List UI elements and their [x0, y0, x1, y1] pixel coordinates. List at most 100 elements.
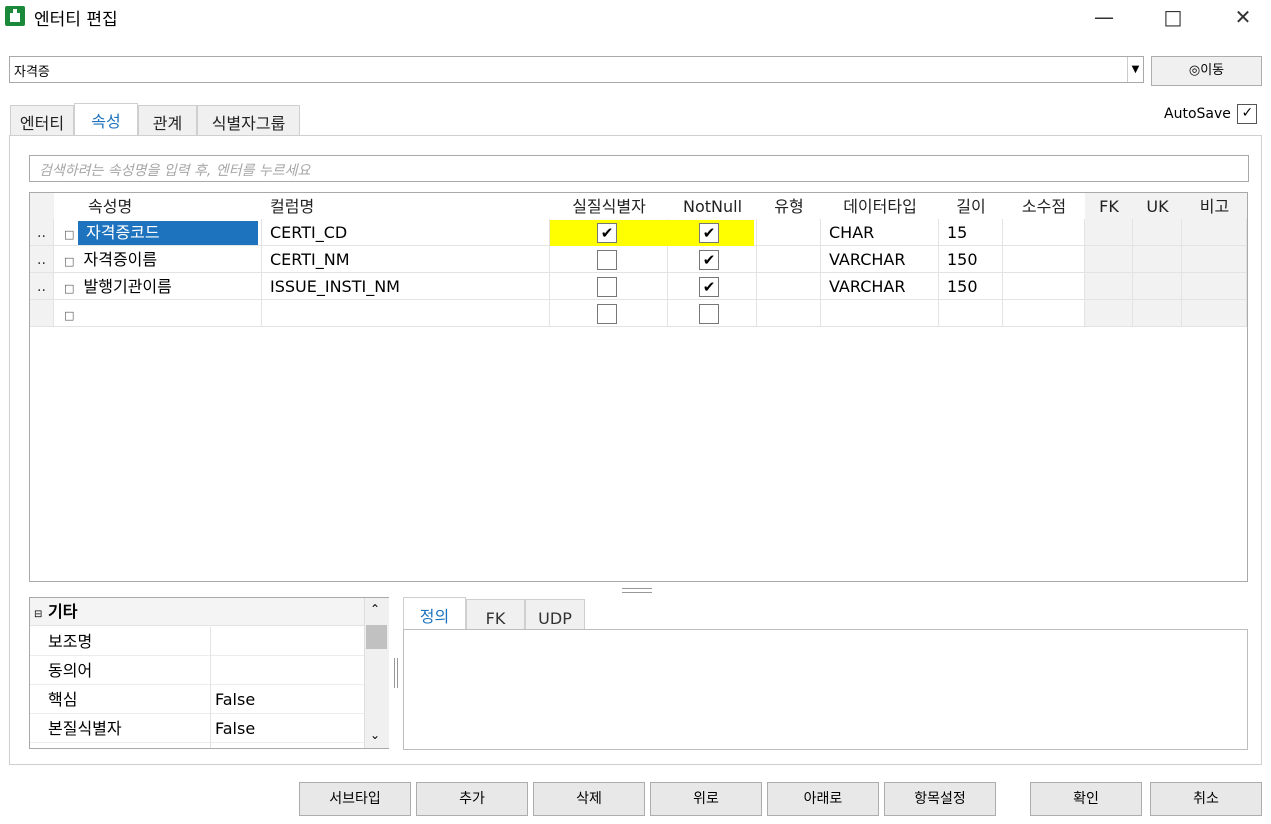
row-indicator[interactable]: ..	[30, 246, 54, 273]
header-identifier[interactable]: 실질식별자	[550, 193, 668, 219]
collapse-icon[interactable]: ⊟	[34, 609, 42, 620]
tab-udp[interactable]: UDP	[525, 599, 585, 630]
identifier-checkbox[interactable]	[597, 250, 617, 270]
length-cell[interactable]: 150	[939, 246, 1003, 273]
scale-cell[interactable]	[1003, 219, 1085, 246]
tab-identifier-groups[interactable]: 식별자그룹	[197, 105, 300, 136]
type-cell[interactable]	[757, 219, 821, 246]
chevron-up-icon[interactable]: ⌃	[370, 602, 380, 616]
property-scrollbar[interactable]: ⌃ ⌄	[364, 598, 389, 748]
note-cell[interactable]	[1182, 246, 1247, 273]
chevron-down-icon[interactable]: ▼	[1127, 57, 1143, 82]
header-column-name[interactable]: 컬럼명	[262, 193, 550, 219]
scrollbar-thumb[interactable]	[366, 625, 387, 649]
table-row-1-name[interactable]: □ 자격증코드	[54, 219, 262, 246]
header-attribute-name[interactable]: 속성명	[54, 193, 262, 219]
header-note[interactable]: 비고	[1182, 193, 1247, 219]
column-name-cell[interactable]: ISSUE_INSTI_NM	[262, 273, 550, 300]
length-cell[interactable]	[939, 300, 1003, 327]
scale-cell[interactable]	[1003, 246, 1085, 273]
uk-cell	[1133, 246, 1182, 273]
splitter-handle[interactable]	[622, 588, 652, 593]
scale-cell[interactable]	[1003, 273, 1085, 300]
identifier-checkbox[interactable]	[597, 277, 617, 297]
tab-relations[interactable]: 관계	[138, 105, 197, 136]
add-button[interactable]: 추가	[416, 782, 528, 816]
row-indicator[interactable]: ..	[30, 219, 54, 246]
datatype-cell[interactable]: VARCHAR	[821, 273, 939, 300]
note-cell[interactable]	[1182, 219, 1247, 246]
scale-cell[interactable]	[1003, 300, 1085, 327]
property-group-header[interactable]: ⊟ 기타	[30, 598, 364, 626]
row-indicator[interactable]: ..	[30, 273, 54, 300]
property-value[interactable]: False	[211, 714, 364, 743]
attribute-name-cell[interactable]: 발행기관이름	[84, 277, 172, 296]
header-length[interactable]: 길이	[939, 193, 1003, 219]
table-row-2-name[interactable]: □ 자격증이름	[54, 246, 262, 273]
notnull-cell	[668, 300, 757, 327]
property-value[interactable]: False	[211, 685, 364, 714]
header-uk[interactable]: UK	[1133, 193, 1182, 219]
uk-cell	[1133, 300, 1182, 327]
note-cell[interactable]	[1182, 300, 1247, 327]
note-cell[interactable]	[1182, 273, 1247, 300]
chevron-down-icon[interactable]: ⌄	[370, 728, 380, 742]
autosave-checkbox[interactable]: ✓	[1237, 104, 1258, 124]
datatype-cell[interactable]: CHAR	[821, 219, 939, 246]
notnull-checkbox[interactable]: ✔	[699, 277, 719, 297]
property-value[interactable]	[211, 656, 364, 685]
property-value[interactable]	[211, 627, 364, 656]
header-datatype[interactable]: 데이터타입	[821, 193, 939, 219]
tab-entity[interactable]: 엔터티	[10, 105, 74, 136]
identifier-checkbox[interactable]: ✔	[597, 223, 617, 243]
minimize-icon[interactable]: —	[1089, 2, 1119, 32]
type-cell[interactable]	[757, 246, 821, 273]
type-cell[interactable]	[757, 273, 821, 300]
entity-select[interactable]: 자격증 ▼	[9, 56, 1144, 83]
length-cell[interactable]: 150	[939, 273, 1003, 300]
expand-square-icon: □	[64, 282, 75, 295]
move-button[interactable]: ◎이동	[1151, 56, 1262, 86]
delete-button[interactable]: 삭제	[533, 782, 645, 816]
datatype-cell[interactable]: VARCHAR	[821, 246, 939, 273]
header-fk[interactable]: FK	[1085, 193, 1133, 219]
property-group-label: 기타	[47, 602, 78, 621]
autosave-toggle[interactable]: AutoSave ✓	[1164, 104, 1258, 124]
close-icon[interactable]: ✕	[1228, 2, 1258, 32]
tab-attributes-label: 속성	[91, 112, 121, 131]
column-name-cell[interactable]: CERTI_NM	[262, 246, 550, 273]
table-row-3-name[interactable]: □ 발행기관이름	[54, 273, 262, 300]
length-cell[interactable]: 15	[939, 219, 1003, 246]
attribute-grid: 속성명 컬럼명 실질식별자 NotNull 유형 데이터타입 길이 소수점 FK…	[29, 192, 1248, 582]
tab-attributes[interactable]: 속성	[74, 103, 138, 136]
column-name-cell[interactable]	[262, 300, 550, 327]
subtype-button[interactable]: 서브타입	[299, 782, 411, 816]
tab-fk[interactable]: FK	[466, 599, 525, 630]
notnull-checkbox[interactable]: ✔	[699, 223, 719, 243]
header-type[interactable]: 유형	[757, 193, 821, 219]
attribute-name-cell[interactable]: 자격증코드	[78, 221, 258, 245]
definition-textarea[interactable]	[403, 629, 1248, 750]
fk-cell	[1085, 219, 1133, 246]
tab-entity-label: 엔터티	[19, 114, 65, 133]
row-indicator[interactable]	[30, 300, 54, 327]
item-settings-button[interactable]: 항목설정	[884, 782, 996, 816]
column-name-cell[interactable]: CERTI_CD	[262, 219, 550, 246]
search-input[interactable]: 검색하려는 속성명을 입력 후, 엔터를 누르세요	[29, 155, 1249, 182]
move-up-button[interactable]: 위로	[650, 782, 762, 816]
attribute-name-cell[interactable]: 자격증이름	[84, 250, 158, 269]
header-notnull[interactable]: NotNull	[668, 193, 757, 219]
identifier-checkbox[interactable]	[597, 304, 617, 324]
datatype-cell[interactable]	[821, 300, 939, 327]
notnull-checkbox[interactable]	[699, 304, 719, 324]
ok-button[interactable]: 확인	[1030, 782, 1142, 816]
vertical-splitter[interactable]	[394, 658, 398, 688]
maximize-icon[interactable]: □	[1158, 2, 1188, 32]
table-row-new[interactable]: □	[54, 300, 262, 327]
type-cell[interactable]	[757, 300, 821, 327]
header-scale[interactable]: 소수점	[1003, 193, 1085, 219]
move-down-button[interactable]: 아래로	[767, 782, 879, 816]
notnull-checkbox[interactable]: ✔	[699, 250, 719, 270]
tab-definition[interactable]: 정의	[403, 597, 466, 630]
cancel-button[interactable]: 취소	[1150, 782, 1262, 816]
